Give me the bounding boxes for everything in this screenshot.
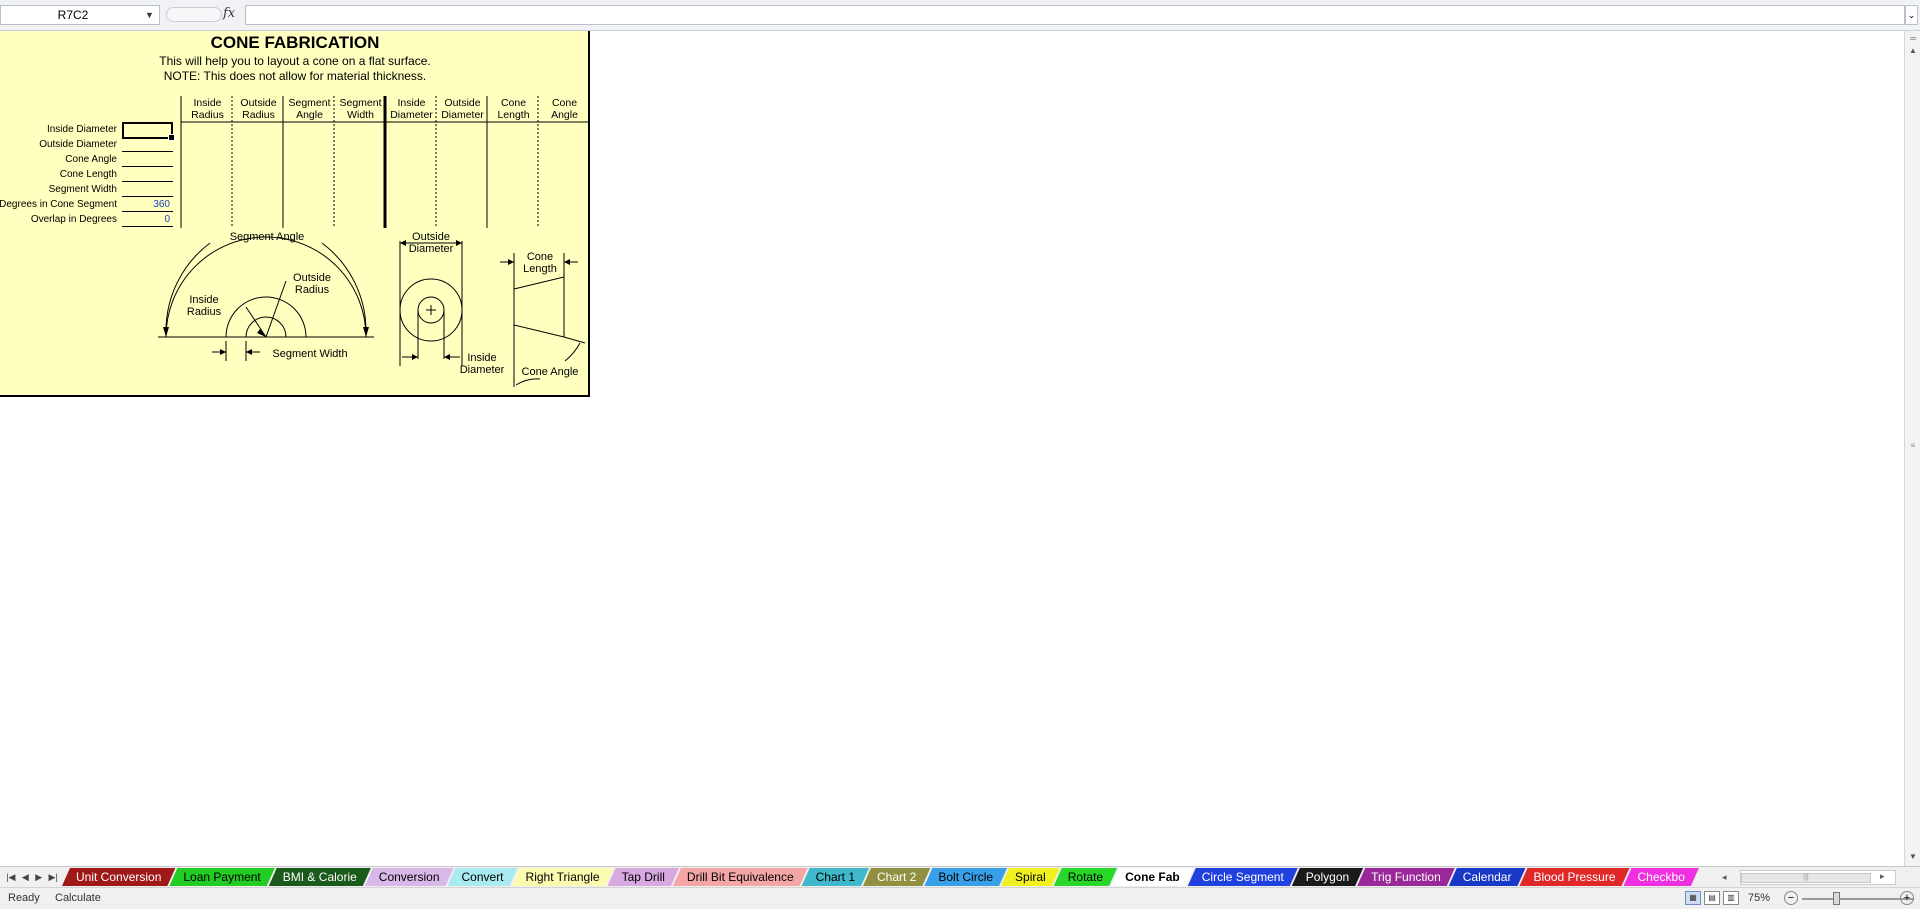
scroll-right-icon[interactable]: ▸ (1880, 871, 1885, 882)
insert-function-icon[interactable]: fx (223, 6, 235, 21)
name-box-dropdown-icon[interactable]: ▼ (145, 10, 159, 20)
sheet-tab[interactable]: Bolt Circle (924, 868, 1007, 886)
sheet-tab[interactable]: Chart 2 (863, 868, 930, 886)
sheet-tab[interactable]: Chart 1 (802, 868, 869, 886)
expand-formula-bar-icon[interactable]: ⌄ (1905, 5, 1918, 25)
label-inside-radius-1: Inside (189, 294, 218, 306)
sheet-tab[interactable]: Cone Fab (1111, 868, 1194, 886)
page-layout-icon[interactable]: ▤ (1704, 891, 1720, 905)
label-segment-width: Segment Width (272, 348, 347, 360)
sheet-tab[interactable]: Trig Function (1357, 868, 1455, 886)
horizontal-scrollbar[interactable]: ||| (1740, 870, 1896, 885)
formula-input[interactable] (245, 5, 1905, 25)
label-inside-diameter-2: Diameter (460, 364, 505, 376)
zoom-slider-track[interactable] (1802, 898, 1914, 900)
label-outside-diameter-1: Outside (412, 231, 450, 243)
formula-cancel-enter-area (166, 7, 222, 22)
sheet-tab[interactable]: Polygon (1292, 868, 1363, 886)
horizontal-scroll-thumb[interactable]: ||| (1741, 873, 1871, 883)
sheet-tab[interactable]: Loan Payment (169, 868, 274, 886)
sheet-tab[interactable]: Calendar (1449, 868, 1526, 886)
scroll-down-icon[interactable]: ▼ (1907, 851, 1919, 863)
view-buttons: ▦ ▤ ▥ (1685, 891, 1739, 905)
segment-inner-arc (245, 316, 287, 338)
status-ready: Ready (8, 892, 40, 904)
status-bar: Ready Calculate ▦ ▤ ▥ 75% − + (0, 887, 1920, 909)
sheet-nav: |◀ ◀ ▶ ▶| (3, 869, 61, 885)
status-calculate[interactable]: Calculate (55, 892, 101, 904)
sheet-tab[interactable]: Blood Pressure (1519, 868, 1629, 886)
last-sheet-icon[interactable]: ▶| (49, 872, 58, 883)
segment-outer-arc (165, 236, 367, 338)
cone-diagrams: Segment Angle Inside Radius Outside Radi… (158, 96, 590, 387)
label-outside-radius-2: Radius (295, 284, 330, 296)
scroll-grip-icon[interactable]: ≡ (1908, 441, 1918, 450)
label-cone-length-2: Length (523, 263, 557, 275)
sheet-tab[interactable]: Unit Conversion (62, 868, 175, 886)
sheet-tab[interactable]: Right Triangle (512, 868, 614, 886)
sheet-tab-bar: |◀ ◀ ▶ ▶| Unit Conversion Loan Payment BMI… (0, 866, 1920, 887)
vertical-scrollbar[interactable]: ═ ▲ ≡ ▼ (1904, 31, 1920, 866)
label-outside-radius-1: Outside (293, 272, 331, 284)
label-cone-angle: Cone Angle (522, 366, 579, 378)
label-inside-diameter-1: Inside (467, 352, 496, 364)
normal-view-icon[interactable]: ▦ (1685, 891, 1701, 905)
name-box-value: R7C2 (57, 8, 89, 22)
sheet-tab[interactable]: Tap Drill (608, 868, 679, 886)
sheet-tab[interactable]: BMI & Calorie (269, 868, 371, 886)
split-handle-icon[interactable]: ═ (1907, 33, 1919, 45)
next-sheet-icon[interactable]: ▶ (35, 872, 42, 883)
worksheet-grid[interactable]: CONE FABRICATION This will help you to l… (0, 31, 1904, 866)
zoom-slider-thumb[interactable] (1833, 892, 1840, 905)
formula-tools: fx (163, 5, 243, 25)
sheet-tab[interactable]: Convert (448, 868, 518, 886)
sheet-tab[interactable]: Circle Segment (1188, 868, 1298, 886)
tab-split-icon[interactable]: ◂ (1722, 872, 1734, 883)
label-outside-diameter-2: Diameter (409, 243, 454, 255)
label-cone-length-1: Cone (527, 251, 553, 263)
cone-fabrication-panel: CONE FABRICATION This will help you to l… (0, 31, 590, 397)
formula-bar: R7C2 ▼ fx ⌄ (0, 0, 1920, 31)
label-segment-angle: Segment Angle (230, 231, 305, 243)
zoom-out-icon[interactable]: − (1784, 891, 1798, 905)
sheet-tab[interactable]: Spiral (1001, 868, 1060, 886)
sheet-tabs: Unit Conversion Loan Payment BMI & Calorie… (62, 867, 1716, 887)
prev-sheet-icon[interactable]: ◀ (22, 872, 29, 883)
scroll-up-icon[interactable]: ▲ (1907, 45, 1919, 57)
label-inside-radius-2: Radius (187, 306, 222, 318)
zoom-in-icon[interactable]: + (1900, 891, 1914, 905)
sheet-tab[interactable]: Checkbo (1624, 868, 1699, 886)
page-break-icon[interactable]: ▥ (1723, 891, 1739, 905)
sheet-tab[interactable]: Drill Bit Equivalence (673, 868, 808, 886)
sheet-tab[interactable]: Rotate (1054, 868, 1117, 886)
zoom-level[interactable]: 75% (1748, 892, 1770, 904)
name-box[interactable]: R7C2 ▼ (0, 5, 160, 25)
first-sheet-icon[interactable]: |◀ (6, 872, 15, 883)
sheet-tab[interactable]: Conversion (365, 868, 454, 886)
